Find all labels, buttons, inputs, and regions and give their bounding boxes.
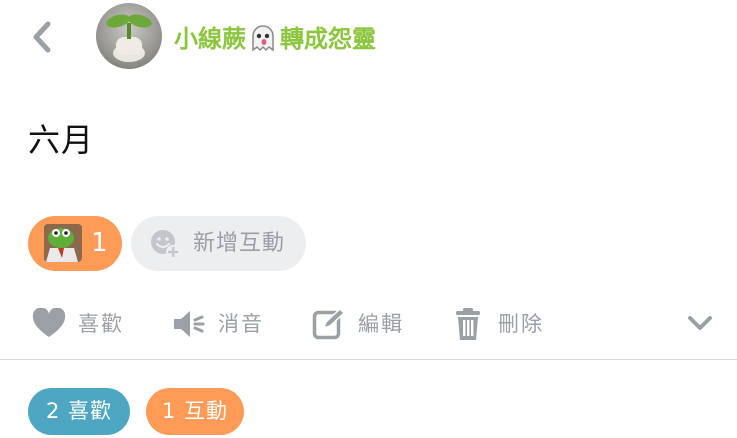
edit-icon [312, 308, 346, 340]
mute-label: 消音 [218, 312, 264, 336]
author-avatar[interactable] [96, 3, 162, 69]
add-reaction-label: 新增互動 [193, 231, 286, 256]
reaction-count: 1 [91, 228, 108, 258]
back-button[interactable] [26, 18, 60, 56]
chevron-down-icon [688, 316, 712, 330]
heart-icon [32, 308, 66, 337]
edit-button[interactable]: 編輯 [312, 304, 404, 344]
speaker-mute-icon [174, 311, 205, 337]
author-name-part1: 小線蕨 [174, 25, 246, 53]
likes-count-badge[interactable]: 2 喜歡 [28, 388, 130, 435]
trash-icon [456, 308, 480, 340]
author-name-part2: 轉成怨靈 [280, 25, 376, 53]
edit-label: 編輯 [358, 312, 404, 336]
sprout-avatar-image [106, 14, 152, 62]
add-reaction-button[interactable]: 新增互動 [131, 216, 306, 271]
ghost-emoji-icon [248, 23, 278, 53]
reaction-pill[interactable]: 1 [28, 216, 122, 271]
mute-button[interactable]: 消音 [172, 304, 264, 344]
add-emoji-icon [151, 230, 180, 259]
more-options-button[interactable] [686, 309, 714, 337]
reaction-avatar-image [44, 224, 82, 262]
like-label: 喜歡 [78, 312, 124, 336]
interactions-count-badge[interactable]: 1 互動 [146, 388, 244, 435]
delete-button[interactable]: 刪除 [452, 304, 544, 344]
divider [0, 359, 737, 360]
like-button[interactable]: 喜歡 [32, 304, 124, 344]
author-name[interactable]: 小線蕨 轉成怨靈 [174, 22, 376, 56]
delete-label: 刪除 [498, 312, 544, 336]
post-text: 六月 [28, 121, 95, 159]
chevron-left-icon [33, 21, 51, 53]
